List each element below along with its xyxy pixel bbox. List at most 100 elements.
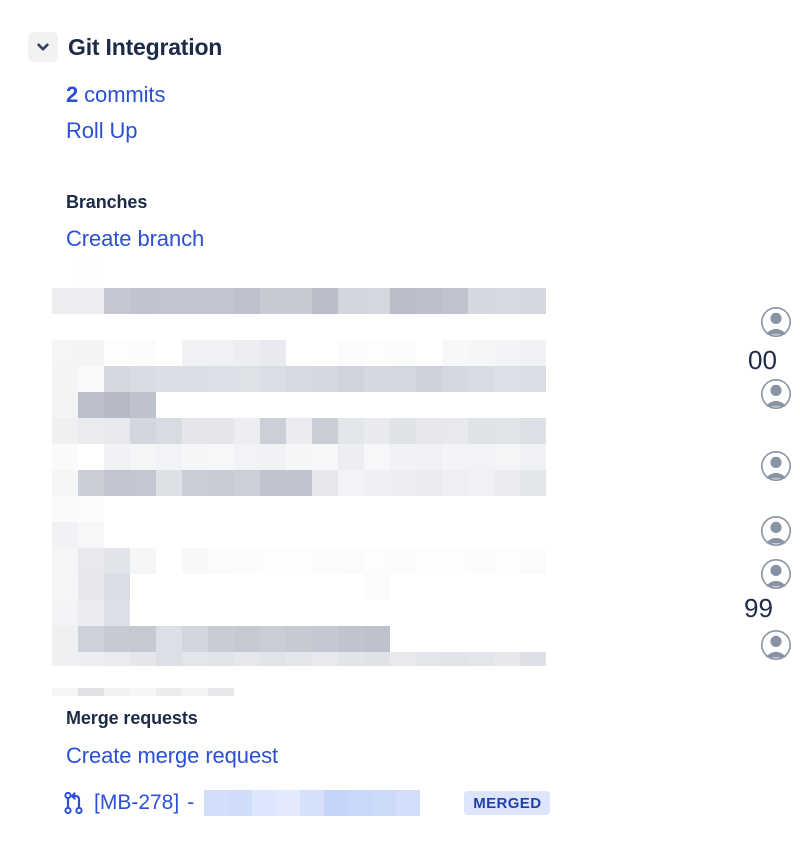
- mosaic-cell: [520, 314, 546, 340]
- mosaic-cell: [728, 444, 752, 470]
- mosaic-cell: [260, 288, 286, 314]
- avatar[interactable]: [760, 378, 792, 410]
- mosaic-cell: [390, 418, 416, 444]
- mosaic-cell: [650, 470, 676, 496]
- mosaic-cell: [416, 574, 442, 600]
- mosaic-cell: [208, 418, 234, 444]
- mosaic-cell: [234, 522, 260, 548]
- mosaic-cell: [650, 652, 676, 666]
- mosaic-cell: [416, 288, 442, 314]
- mosaic-cell: [234, 314, 260, 340]
- mosaic-cell: [390, 574, 416, 600]
- mosaic-cell: [572, 548, 598, 574]
- mosaic-cell: [338, 548, 364, 574]
- mosaic-cell: [130, 288, 156, 314]
- mosaic-cell: [390, 470, 416, 496]
- merge-request-key[interactable]: [MB-278]: [94, 791, 179, 815]
- chevron-down-icon[interactable]: [28, 32, 58, 62]
- merge-request-separator: -: [187, 791, 195, 814]
- mosaic-cell: [728, 522, 752, 548]
- mosaic-cell: [598, 548, 624, 574]
- mosaic-cell: [390, 392, 416, 418]
- mosaic-cell: [182, 652, 208, 666]
- mosaic-cell: [624, 262, 650, 288]
- roll-up-link[interactable]: Roll Up: [66, 118, 138, 144]
- mosaic-cell: [624, 548, 650, 574]
- mosaic-cell: [338, 626, 364, 652]
- avatar[interactable]: [760, 558, 792, 590]
- mosaic-cell: [702, 496, 728, 522]
- mosaic-cell: [650, 418, 676, 444]
- mosaic-cell: [416, 392, 442, 418]
- commits-link[interactable]: 2 commits: [66, 82, 165, 108]
- mosaic-cell: [702, 418, 728, 444]
- mosaic-cell: [468, 652, 494, 666]
- mosaic-cell: [650, 444, 676, 470]
- branches-horizontal-scrollbar[interactable]: [52, 688, 234, 696]
- mosaic-cell: [572, 288, 598, 314]
- mosaic-cell: [702, 522, 728, 548]
- mosaic-cell: [104, 496, 130, 522]
- mosaic-cell: [494, 600, 520, 626]
- mosaic-cell: [676, 496, 702, 522]
- mosaic-cell: [702, 444, 728, 470]
- scrollbar-cell[interactable]: [208, 688, 234, 696]
- mosaic-cell: [416, 600, 442, 626]
- avatar[interactable]: [760, 515, 792, 547]
- mosaic-cell: [364, 626, 390, 652]
- mosaic-cell: [78, 548, 104, 574]
- scrollbar-cell[interactable]: [52, 688, 78, 696]
- create-branch-link[interactable]: Create branch: [66, 226, 204, 252]
- mosaic-cell: [364, 418, 390, 444]
- git-integration-header: Git Integration: [28, 32, 222, 62]
- avatar-glyph: [761, 516, 791, 546]
- mosaic-cell: [372, 790, 397, 816]
- mosaic-cell: [494, 418, 520, 444]
- mosaic-cell: [494, 392, 520, 418]
- commits-link-anchor[interactable]: 2 commits: [66, 82, 165, 107]
- mosaic-cell: [546, 418, 572, 444]
- mosaic-cell: [390, 496, 416, 522]
- mosaic-cell: [468, 522, 494, 548]
- merge-request-row[interactable]: [MB-278] - MERGED: [64, 790, 551, 816]
- mosaic-cell: [728, 288, 752, 314]
- roll-up-anchor[interactable]: Roll Up: [66, 118, 138, 143]
- mosaic-cell: [338, 574, 364, 600]
- mosaic-cell: [728, 418, 752, 444]
- mosaic-cell: [364, 548, 390, 574]
- avatar-glyph: [761, 307, 791, 337]
- create-merge-request-anchor[interactable]: Create merge request: [66, 743, 278, 768]
- scrollbar-cell[interactable]: [182, 688, 208, 696]
- mosaic-cell: [442, 626, 468, 652]
- mosaic-cell: [598, 652, 624, 666]
- mosaic-cell: [324, 790, 349, 816]
- avatar[interactable]: [760, 629, 792, 661]
- mosaic-cell: [338, 470, 364, 496]
- create-branch-anchor[interactable]: Create branch: [66, 226, 204, 251]
- mosaic-cell: [312, 418, 338, 444]
- branches-mosaic: [52, 262, 752, 666]
- scrollbar-cell[interactable]: [130, 688, 156, 696]
- mosaic-cell: [286, 652, 312, 666]
- mosaic-cell: [468, 626, 494, 652]
- mosaic-cell: [364, 314, 390, 340]
- mosaic-cell: [650, 288, 676, 314]
- avatar[interactable]: [760, 450, 792, 482]
- mosaic-cell: [208, 548, 234, 574]
- mosaic-cell: [468, 314, 494, 340]
- mosaic-cell: [130, 626, 156, 652]
- mosaic-cell: [650, 340, 676, 366]
- scrollbar-cell[interactable]: [156, 688, 182, 696]
- mosaic-cell: [104, 392, 130, 418]
- mosaic-cell: [676, 288, 702, 314]
- mosaic-cell: [702, 600, 728, 626]
- scrollbar-cell[interactable]: [78, 688, 104, 696]
- mosaic-cell: [52, 626, 78, 652]
- scrollbar-cell[interactable]: [104, 688, 130, 696]
- avatar[interactable]: [760, 306, 792, 338]
- mosaic-cell: [546, 548, 572, 574]
- mosaic-cell: [208, 626, 234, 652]
- create-merge-request-link[interactable]: Create merge request: [66, 743, 278, 769]
- mosaic-cell: [442, 600, 468, 626]
- mosaic-cell: [260, 314, 286, 340]
